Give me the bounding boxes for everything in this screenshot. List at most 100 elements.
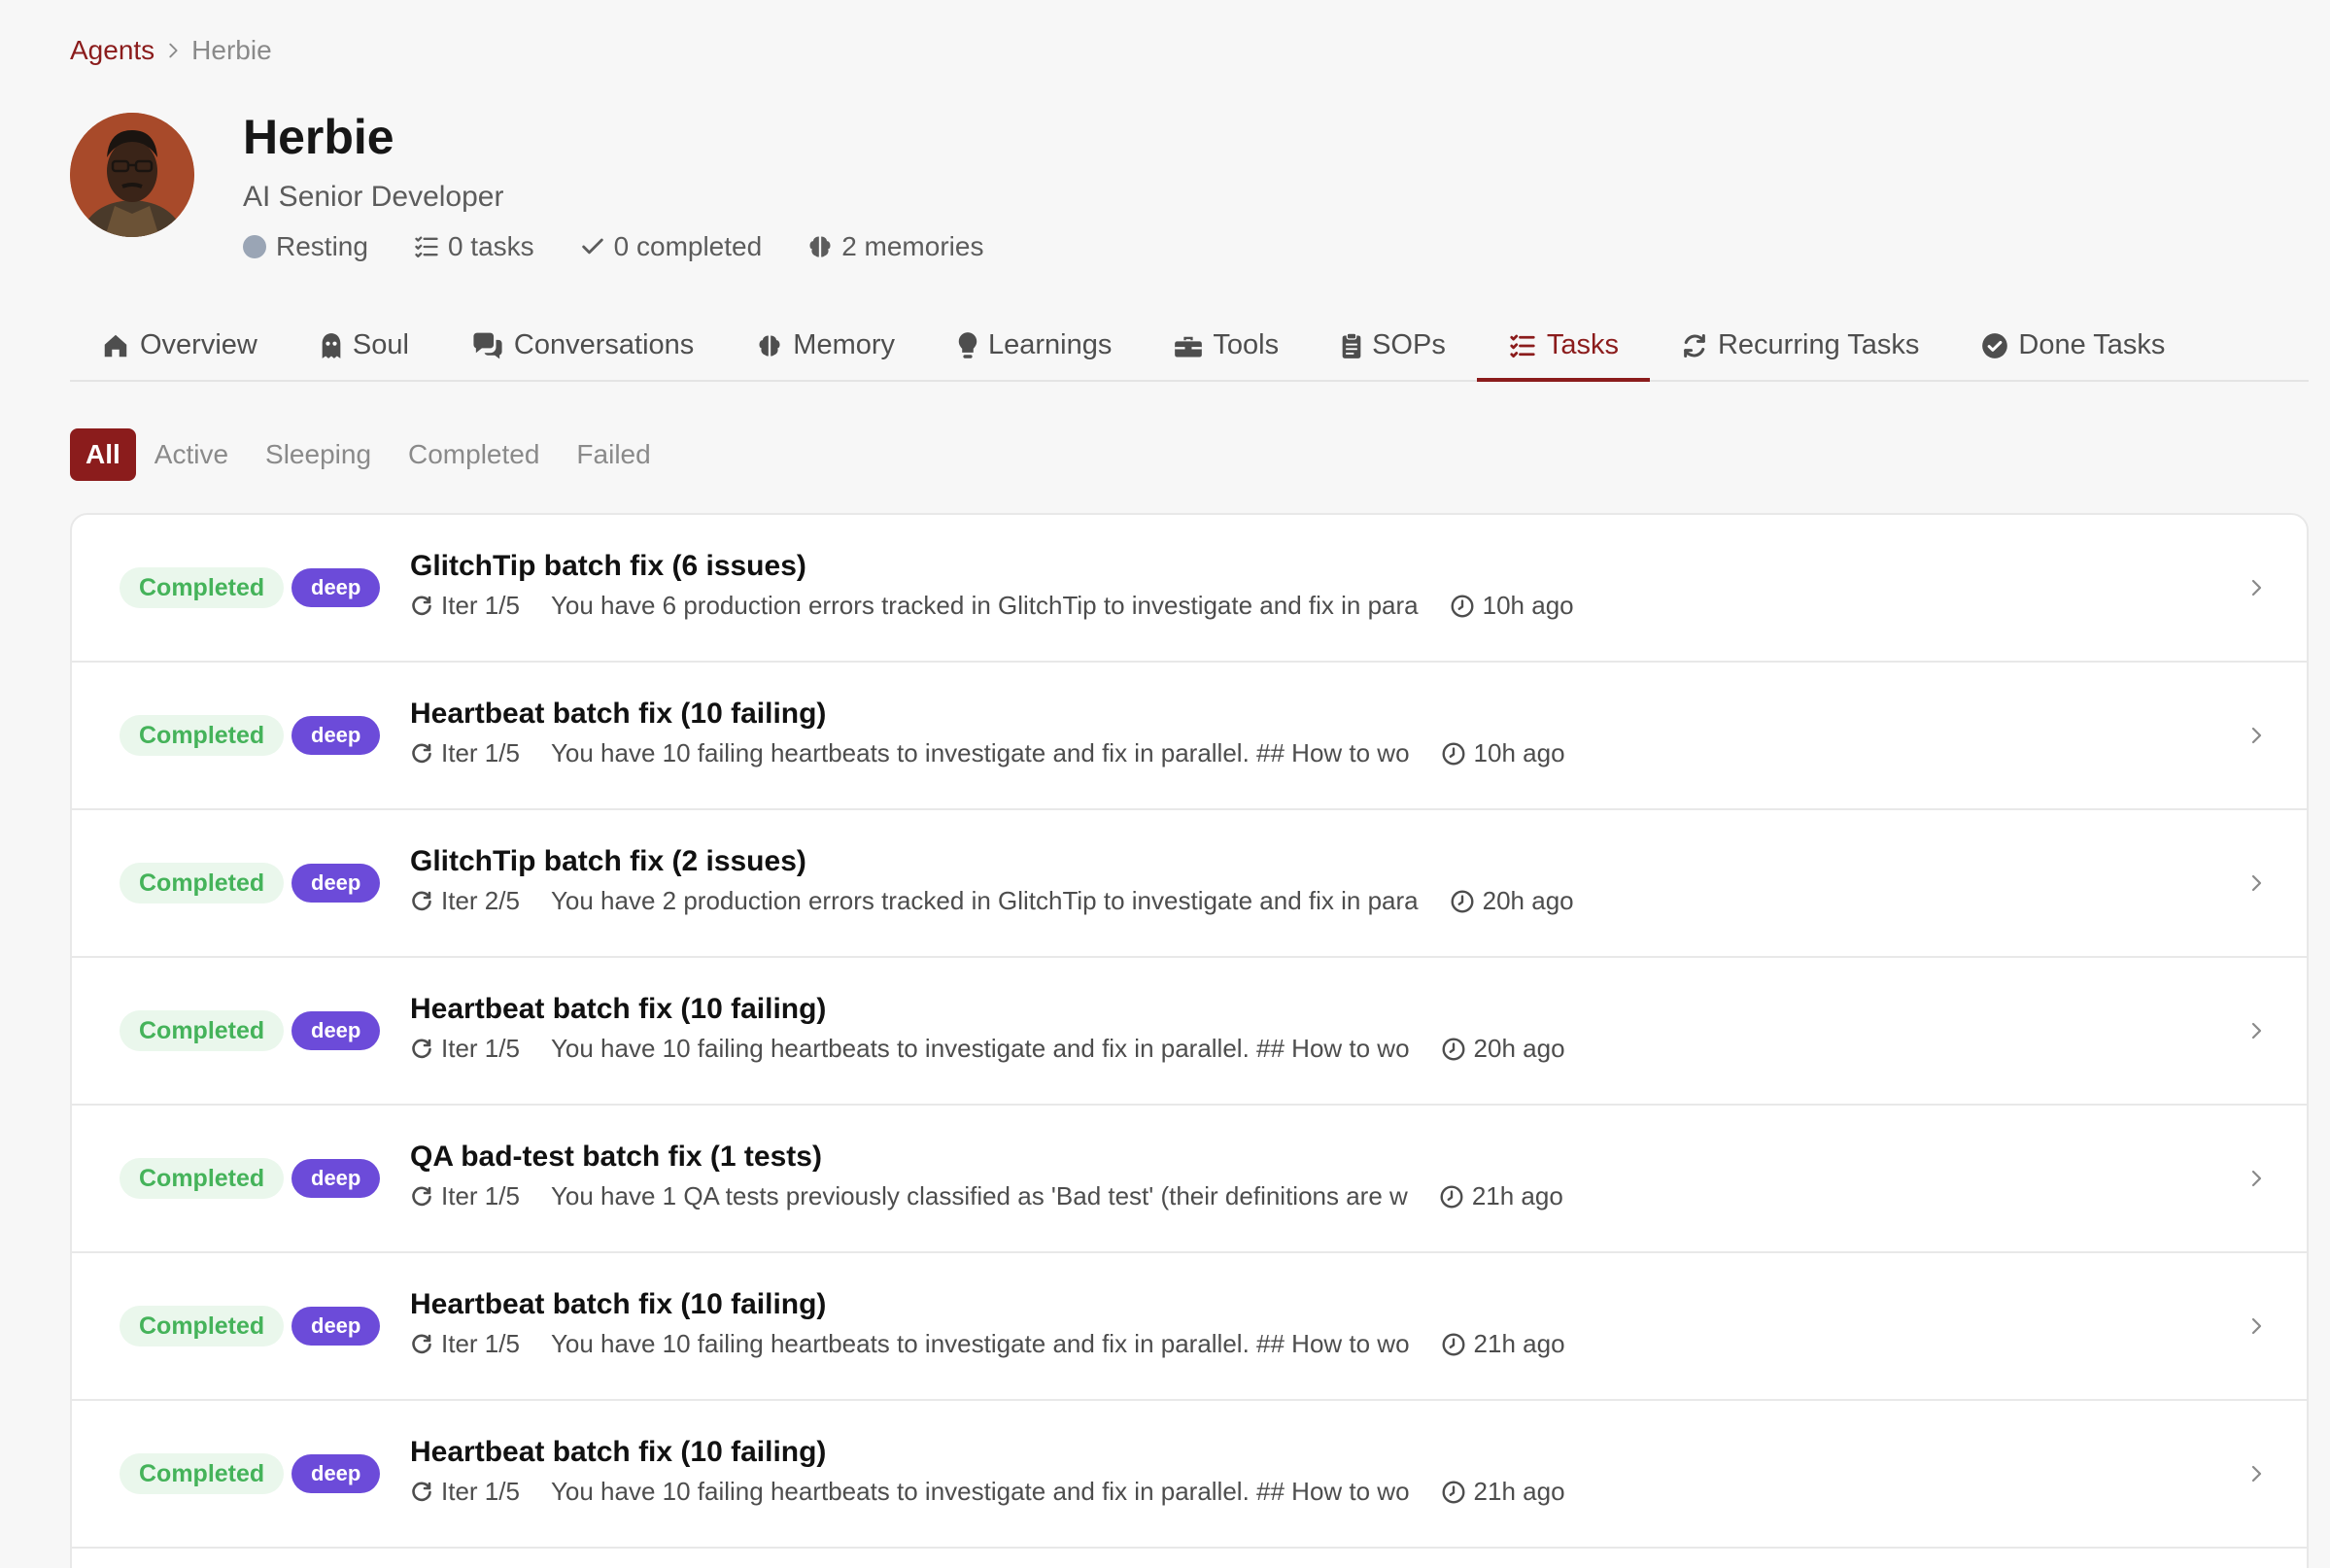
comments-icon	[473, 332, 502, 358]
task-row[interactable]: Completed deep GlitchTip batch fix (6 is…	[72, 515, 2307, 663]
completed-count: 0 completed	[613, 231, 763, 261]
agent-name: Herbie	[243, 110, 394, 164]
task-iteration: Iter 1/5	[410, 591, 520, 621]
iteration-label: Iter 2/5	[441, 886, 520, 915]
task-description: You have 10 failing heartbeats to invest…	[550, 1477, 1410, 1506]
clock-icon	[1442, 1481, 1465, 1503]
agent-header: Herbie AI Senior Developer Resting 0 tas…	[70, 113, 1028, 262]
task-meta: Iter 2/5 You have 2 production errors tr…	[410, 886, 1574, 916]
tab-learnings[interactable]: Learnings	[926, 311, 1143, 380]
task-meta: Iter 1/5 You have 6 production errors tr…	[410, 591, 1574, 621]
task-title: Heartbeat batch fix (10 failing)	[410, 698, 827, 730]
task-time: 21h ago	[1439, 1181, 1563, 1211]
avatar	[70, 113, 194, 237]
clock-icon	[1451, 890, 1474, 912]
filter-all[interactable]: All	[70, 428, 136, 481]
tab-label: Tools	[1213, 329, 1280, 360]
tab-done-tasks[interactable]: Done Tasks	[1950, 311, 2196, 380]
task-time: 20h ago	[1450, 886, 1574, 916]
filter-sleeping[interactable]: Sleeping	[247, 428, 390, 481]
task-row[interactable]: Completed deep Heartbeat batch fix (10 f…	[72, 1401, 2307, 1549]
task-row[interactable]: Completed deep GlitchTip batch fix (2 is…	[72, 810, 2307, 958]
tab-recurring-tasks[interactable]: Recurring Tasks	[1650, 311, 1950, 380]
chevron-right-icon[interactable]	[2244, 576, 2268, 599]
task-filters: All Active Sleeping Completed Failed	[70, 428, 669, 481]
list-check-icon	[1510, 334, 1535, 358]
task-list: Completed deep GlitchTip batch fix (6 is…	[70, 513, 2309, 1568]
task-time: 10h ago	[1441, 738, 1565, 768]
memories-count: 2 memories	[841, 231, 984, 261]
tab-tasks[interactable]: Tasks	[1476, 311, 1651, 382]
status-badge: Completed	[120, 1010, 285, 1051]
filter-failed[interactable]: Failed	[558, 428, 668, 481]
tab-tools[interactable]: Tools	[1143, 311, 1310, 380]
breadcrumb-agents-link[interactable]: Agents	[70, 35, 154, 66]
chevron-right-icon[interactable]	[2244, 724, 2268, 747]
task-iteration: Iter 1/5	[410, 1034, 520, 1064]
task-row[interactable]: Completed deep QA bad-test batch fix (1 …	[72, 1106, 2307, 1253]
list-check-icon	[415, 236, 438, 258]
status-badge: Completed	[120, 1453, 285, 1494]
status-badge: Completed	[120, 567, 285, 608]
chevron-right-icon[interactable]	[2244, 1167, 2268, 1190]
time-label: 10h ago	[1473, 738, 1565, 767]
chevron-right-icon	[169, 43, 178, 58]
filter-completed[interactable]: Completed	[390, 428, 558, 481]
task-iteration: Iter 1/5	[410, 738, 520, 768]
task-row[interactable]: Completed deep Heartbeat batch fix (10 f…	[72, 1253, 2307, 1401]
tab-label: Conversations	[513, 329, 695, 360]
chevron-right-icon[interactable]	[2244, 1462, 2268, 1485]
task-row[interactable]: Completed deep Heartbeat batch fix (10 f…	[72, 663, 2307, 810]
agent-info: Herbie AI Senior Developer Resting 0 tas…	[243, 113, 1028, 262]
tab-memory[interactable]: Memory	[725, 311, 926, 380]
chevron-right-icon[interactable]	[2244, 1019, 2268, 1042]
tab-label: SOPs	[1372, 329, 1446, 360]
task-content: QA bad-test batch fix (1 tests) Iter 1/5…	[410, 1139, 1563, 1211]
tab-label: Soul	[352, 329, 409, 360]
filter-active[interactable]: Active	[136, 428, 247, 481]
status-label: Resting	[276, 231, 368, 261]
agent-role: AI Senior Developer	[243, 181, 504, 213]
mode-badge: deep	[291, 1011, 381, 1050]
iteration-label: Iter 1/5	[441, 591, 520, 620]
toolbox-icon	[1175, 336, 1203, 358]
task-title: Heartbeat batch fix (10 failing)	[410, 1436, 827, 1468]
task-description: You have 1 QA tests previously classifie…	[550, 1181, 1408, 1210]
time-label: 21h ago	[1473, 1477, 1565, 1506]
breadcrumb: Agents Herbie	[70, 35, 272, 66]
ghost-icon	[322, 332, 341, 358]
mode-badge: deep	[291, 1307, 381, 1346]
task-description: You have 10 failing heartbeats to invest…	[550, 1034, 1410, 1063]
iteration-label: Iter 1/5	[441, 738, 520, 767]
clock-icon	[1442, 742, 1465, 765]
tab-label: Tasks	[1546, 329, 1619, 360]
tab-label: Done Tasks	[2018, 329, 2166, 360]
task-title: GlitchTip batch fix (6 issues)	[410, 550, 806, 582]
agent-stats: Resting 0 tasks 0 completed 2 memories	[243, 231, 1028, 262]
task-content: Heartbeat batch fix (10 failing) Iter 1/…	[410, 1286, 1565, 1359]
task-description: You have 6 production errors tracked in …	[550, 591, 1419, 620]
task-time: 21h ago	[1441, 1329, 1565, 1359]
brain-icon	[759, 335, 780, 356]
tab-sops[interactable]: SOPs	[1310, 311, 1477, 380]
chevron-right-icon[interactable]	[2244, 871, 2268, 895]
mode-badge: deep	[291, 1159, 381, 1198]
task-meta: Iter 1/5 You have 1 QA tests previously …	[410, 1181, 1563, 1211]
redo-icon	[412, 1334, 431, 1353]
task-meta: Iter 1/5 You have 10 failing heartbeats …	[410, 1329, 1565, 1359]
task-description: You have 10 failing heartbeats to invest…	[550, 738, 1410, 767]
task-meta: Iter 1/5 You have 10 failing heartbeats …	[410, 738, 1565, 768]
redo-icon	[412, 743, 431, 763]
task-title: QA bad-test batch fix (1 tests)	[410, 1141, 822, 1173]
tab-conversations[interactable]: Conversations	[440, 311, 725, 380]
clock-icon	[1442, 1333, 1465, 1355]
iteration-label: Iter 1/5	[441, 1329, 520, 1358]
tab-soul[interactable]: Soul	[289, 311, 440, 380]
task-row[interactable]: Completed deep Heartbeat batch fix (10 f…	[72, 958, 2307, 1106]
chevron-right-icon[interactable]	[2244, 1314, 2268, 1338]
redo-icon	[412, 1482, 431, 1501]
task-iteration: Iter 2/5	[410, 886, 520, 916]
lightbulb-icon	[958, 331, 977, 358]
mode-badge: deep	[291, 1454, 381, 1493]
tab-overview[interactable]: Overview	[70, 311, 289, 380]
